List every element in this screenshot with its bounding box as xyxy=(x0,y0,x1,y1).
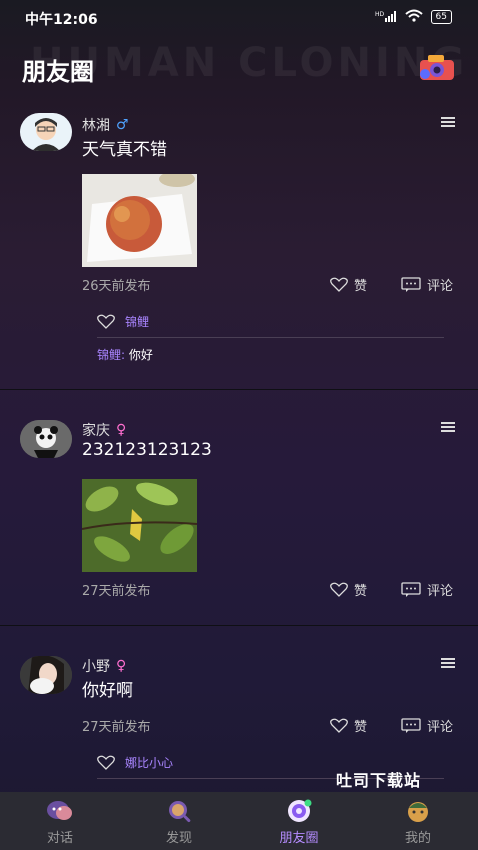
post-photo[interactable] xyxy=(82,479,197,572)
female-icon: ♀ xyxy=(116,658,127,674)
comment-icon xyxy=(401,582,421,597)
status-icons: HD 65 xyxy=(375,9,452,25)
menu-icon[interactable] xyxy=(441,115,455,129)
site-watermark: 吐司下载站 xyxy=(336,771,422,790)
profile-icon xyxy=(408,802,428,822)
comment-icon xyxy=(401,718,421,733)
comment-text: 你好 xyxy=(128,348,153,362)
post-content: 232123123123 xyxy=(82,440,212,460)
menu-icon[interactable] xyxy=(441,420,455,434)
heart-icon xyxy=(97,314,115,329)
post-time: 27天前发布 xyxy=(82,584,151,599)
user-name[interactable]: 家庆 xyxy=(82,420,110,440)
like-label: 赞 xyxy=(354,279,368,294)
user-name[interactable]: 小野 xyxy=(82,656,110,676)
comment-button[interactable]: 评论 xyxy=(401,580,453,599)
post-content: 你好啊 xyxy=(82,681,133,701)
camera-icon xyxy=(420,55,454,80)
liker-name[interactable]: 娜比小心 xyxy=(125,754,173,771)
comment-label: 评论 xyxy=(427,720,454,735)
post-time: 27天前发布 xyxy=(82,720,151,735)
like-label: 赞 xyxy=(354,584,368,599)
comment-button[interactable]: 评论 xyxy=(401,275,453,294)
avatar[interactable] xyxy=(20,420,72,458)
user-name-row: 小野 ♀ xyxy=(82,656,126,676)
likers-row: 娜比小心 xyxy=(97,754,173,771)
signal-icon: HD xyxy=(375,10,397,25)
like-button[interactable]: 赞 xyxy=(330,716,367,735)
comment-author[interactable]: 锦鲤: xyxy=(97,348,125,362)
like-button[interactable]: 赞 xyxy=(330,275,367,294)
user-name-row: 家庆 ♀ xyxy=(82,420,126,440)
tab-label: 我的 xyxy=(404,831,431,846)
divider xyxy=(97,337,444,338)
post-content: 天气真不错 xyxy=(82,140,167,160)
header-watermark: HUMAN CLONING xyxy=(30,40,469,86)
tab-label: 对话 xyxy=(46,831,73,846)
post-time: 26天前发布 xyxy=(82,279,151,294)
comment-button[interactable]: 评论 xyxy=(401,716,453,735)
tab-label: 发现 xyxy=(165,831,192,846)
page-title: 朋友圈 xyxy=(22,58,94,86)
menu-icon[interactable] xyxy=(441,656,455,670)
tab-chat[interactable]: 对话 xyxy=(0,792,120,850)
camera-button[interactable] xyxy=(418,52,456,82)
post-photo[interactable] xyxy=(82,174,197,267)
female-icon: ♀ xyxy=(116,422,127,438)
divider xyxy=(0,389,478,390)
tab-label: 朋友圈 xyxy=(279,831,319,846)
tab-moments[interactable]: 朋友圈 xyxy=(239,792,359,850)
tab-me[interactable]: 我的 xyxy=(358,792,478,850)
status-bar: 中午12:06 HD 65 xyxy=(0,0,478,34)
battery-icon: 65 xyxy=(430,10,452,24)
wifi-icon xyxy=(404,9,423,25)
male-icon: ♂ xyxy=(116,117,129,133)
heart-icon xyxy=(330,718,348,733)
like-button[interactable]: 赞 xyxy=(330,580,367,599)
comment-label: 评论 xyxy=(427,279,454,294)
comment-item[interactable]: 锦鲤: 你好 xyxy=(97,346,153,363)
heart-icon xyxy=(330,277,348,292)
user-name-row: 林湘 ♂ xyxy=(82,115,129,135)
avatar[interactable] xyxy=(20,656,72,694)
comment-label: 评论 xyxy=(427,584,454,599)
network-type: HD xyxy=(375,11,385,18)
search-icon xyxy=(169,801,191,823)
likers-row: 锦鲤 xyxy=(97,313,149,330)
avatar[interactable] xyxy=(20,113,72,151)
chat-icon xyxy=(47,801,72,820)
heart-icon xyxy=(97,755,115,770)
like-label: 赞 xyxy=(354,720,368,735)
moments-icon xyxy=(288,799,312,822)
heart-icon xyxy=(330,582,348,597)
divider xyxy=(0,625,478,626)
bottom-tab-bar: 对话 发现 朋友圈 我的 xyxy=(0,792,478,850)
user-name[interactable]: 林湘 xyxy=(82,115,110,135)
tab-discover[interactable]: 发现 xyxy=(119,792,239,850)
clock: 中午12:06 xyxy=(25,12,98,28)
liker-name[interactable]: 锦鲤 xyxy=(125,313,149,330)
comment-icon xyxy=(401,277,421,292)
